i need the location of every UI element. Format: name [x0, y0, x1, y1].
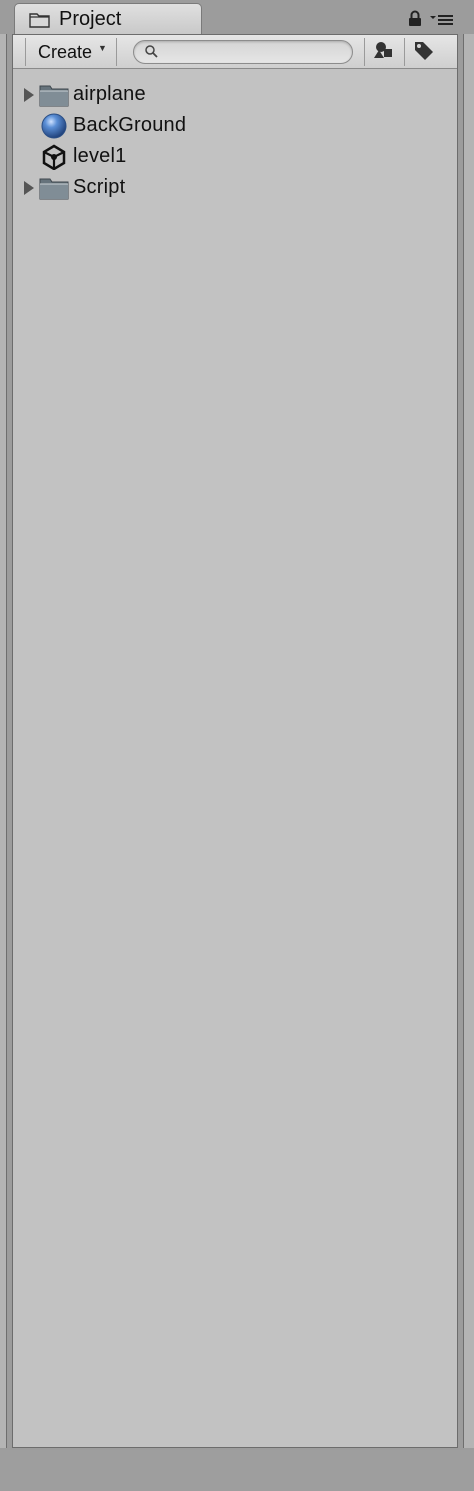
bottom-status-bar [0, 1450, 474, 1491]
tree-item-script[interactable]: Script [21, 172, 441, 203]
folder-icon [39, 175, 69, 201]
folder-icon [39, 82, 69, 108]
search-icon [144, 44, 160, 65]
tree-item-level1[interactable]: level1 [21, 141, 441, 172]
tree-item-label: airplane [73, 83, 146, 105]
filter-by-label-icon [413, 40, 435, 65]
dropdown-caret-icon: ▼ [98, 43, 107, 53]
filter-by-label-button[interactable] [404, 38, 442, 66]
project-tree: airplane BackGround level1 Script [21, 79, 441, 203]
tree-item-airplane[interactable]: airplane [21, 79, 441, 110]
folder-icon [29, 12, 51, 28]
filter-by-type-button[interactable] [364, 38, 402, 66]
search-input[interactable] [160, 42, 344, 64]
tab-title: Project [59, 8, 122, 30]
lock-icon[interactable] [408, 10, 422, 32]
project-panel: Create ▼ airplane BackGround level1 Scri… [12, 34, 458, 1448]
expand-arrow-icon[interactable] [21, 180, 37, 196]
tab-controls [408, 10, 454, 32]
tree-item-label: BackGround [73, 114, 187, 136]
filter-by-type-icon [373, 41, 395, 64]
create-button[interactable]: Create ▼ [25, 38, 117, 66]
panel-menu-icon[interactable] [430, 11, 454, 32]
create-label: Create [38, 41, 93, 62]
arrow-spacer [21, 118, 37, 134]
tab-project[interactable]: Project [14, 3, 202, 35]
project-window: Project Create ▼ airplane BackGround lev… [0, 0, 474, 1491]
material-sphere-icon [39, 113, 69, 139]
search-field[interactable] [133, 40, 353, 64]
unity-scene-icon [39, 144, 69, 170]
project-toolbar: Create ▼ [13, 35, 457, 69]
tree-item-label: Script [73, 176, 126, 198]
left-panel-edge [0, 34, 7, 1448]
arrow-spacer [21, 149, 37, 165]
right-panel-edge [463, 34, 474, 1448]
tree-item-label: level1 [73, 145, 127, 167]
expand-arrow-icon[interactable] [21, 87, 37, 103]
tree-item-background[interactable]: BackGround [21, 110, 441, 141]
